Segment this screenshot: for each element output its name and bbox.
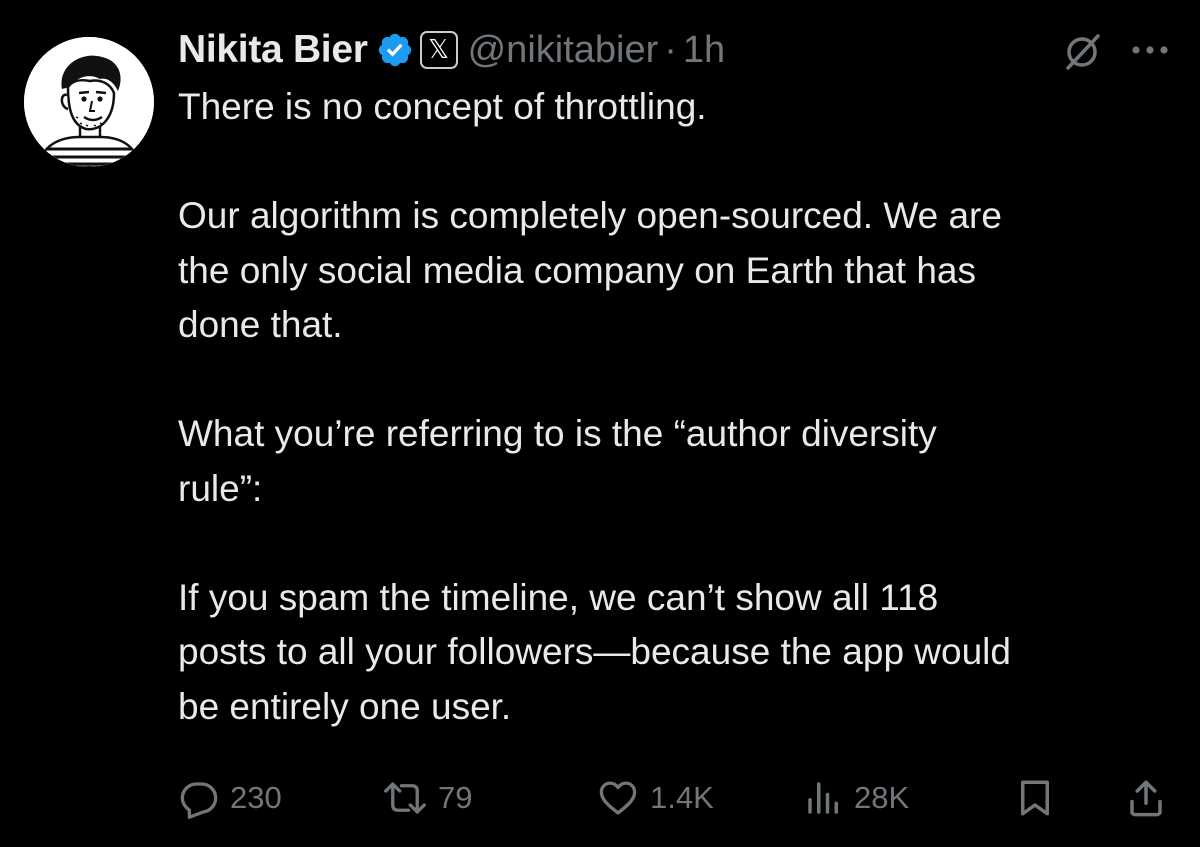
tweet: Nikita Bier 𝕏 @nikitabier · 1h There is … — [0, 0, 1200, 847]
bookmark-icon — [1021, 780, 1049, 816]
action-bar: 230 79 1.4K 28K — [0, 770, 1200, 826]
views-button[interactable]: 28K — [804, 770, 909, 826]
tweet-timestamp[interactable]: 1h — [683, 29, 725, 72]
tweet-paragraph: There is no concept of throttling. — [178, 86, 707, 127]
views-icon — [808, 782, 838, 814]
like-icon — [599, 781, 637, 815]
x-affiliate-badge-icon: 𝕏 — [419, 31, 458, 69]
share-button[interactable] — [1126, 770, 1166, 826]
like-count: 1.4K — [650, 780, 714, 815]
avatar-illustration — [24, 37, 154, 167]
more-icon[interactable] — [1128, 38, 1172, 62]
reply-button[interactable]: 230 — [178, 770, 282, 826]
like-button[interactable]: 1.4K — [596, 770, 714, 826]
repost-button[interactable]: 79 — [382, 770, 472, 826]
repost-count: 79 — [438, 780, 473, 815]
bookmark-button[interactable] — [1016, 770, 1054, 826]
view-count: 28K — [854, 780, 910, 815]
author-handle[interactable]: @nikitabier — [468, 29, 659, 72]
verified-badge-icon — [376, 31, 414, 69]
tweet-header: Nikita Bier 𝕏 @nikitabier · 1h — [178, 22, 725, 78]
reply-icon — [180, 782, 218, 819]
grok-icon[interactable] — [1062, 32, 1102, 72]
repost-icon — [384, 782, 426, 814]
avatar[interactable] — [24, 37, 154, 167]
header-separator: · — [664, 28, 677, 71]
author-name[interactable]: Nikita Bier — [178, 28, 368, 72]
tweet-paragraph: If you spam the timeline, we can’t show … — [178, 576, 1011, 727]
reply-count: 230 — [230, 780, 282, 815]
x-badge-glyph: 𝕏 — [428, 35, 450, 65]
tweet-paragraph: Our algorithm is completely open-sourced… — [178, 195, 1002, 345]
tweet-paragraph: What you’re referring to is the “author … — [178, 413, 937, 509]
share-icon — [1130, 780, 1162, 817]
tweet-text: There is no concept of throttling. Our a… — [178, 80, 1178, 734]
